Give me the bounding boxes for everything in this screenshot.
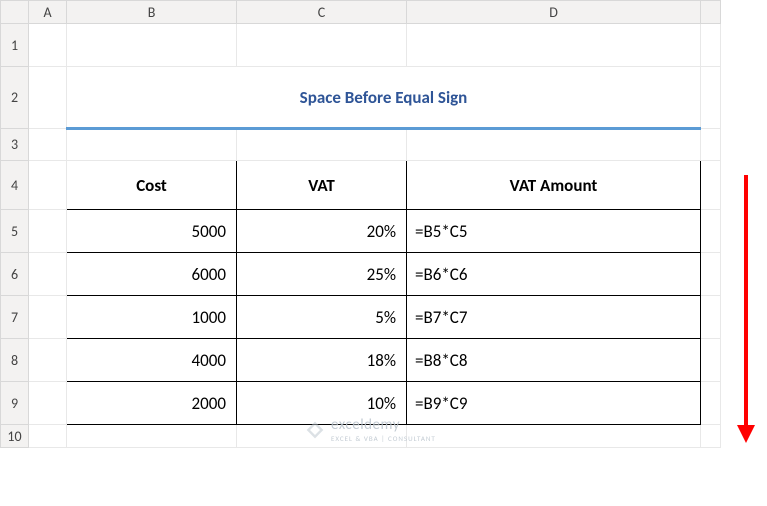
cell-A6[interactable] [29, 253, 67, 296]
cell-A10[interactable] [29, 425, 67, 448]
column-header-D[interactable]: D [407, 1, 701, 24]
table-row: 8 4000 18% =B8*C8 [1, 339, 721, 382]
column-header-A[interactable]: A [29, 1, 67, 24]
cell-A4[interactable] [29, 161, 67, 210]
cell-A7[interactable] [29, 296, 67, 339]
row-header-10[interactable]: 10 [1, 425, 29, 448]
cell-vat-amount-9[interactable]: =B9*C9 [407, 382, 701, 425]
watermark-brand: exceldemy [331, 416, 436, 434]
table-row: 7 1000 5% =B7*C7 [1, 296, 721, 339]
cell-vat-amount-5[interactable]: =B5*C5 [407, 210, 701, 253]
cell-E8[interactable] [701, 339, 721, 382]
row-header-3[interactable]: 3 [1, 129, 29, 161]
cell-E1[interactable] [701, 24, 721, 67]
cell-D3[interactable] [407, 129, 701, 161]
cell-vat-amount-7[interactable]: =B7*C7 [407, 296, 701, 339]
cell-C1[interactable] [237, 24, 407, 67]
cell-vat-5[interactable]: 20% [237, 210, 407, 253]
cell-A8[interactable] [29, 339, 67, 382]
header-vat[interactable]: VAT [237, 161, 407, 210]
cell-cost-6[interactable]: 6000 [67, 253, 237, 296]
cell-vat-6[interactable]: 25% [237, 253, 407, 296]
cell-E7[interactable] [701, 296, 721, 339]
watermark: exceldemy EXCEL & VBA | CONSULTANT [305, 416, 436, 443]
cell-A9[interactable] [29, 382, 67, 425]
row-header-4[interactable]: 4 [1, 161, 29, 210]
cell-A2[interactable] [29, 67, 67, 129]
arrow-down-icon [737, 425, 755, 443]
cell-E4[interactable] [701, 161, 721, 210]
cell-B10[interactable] [67, 425, 237, 448]
cell-A5[interactable] [29, 210, 67, 253]
table-row: 5 5000 20% =B5*C5 [1, 210, 721, 253]
row-header-1[interactable]: 1 [1, 24, 29, 67]
row-header-2[interactable]: 2 [1, 67, 29, 129]
header-cost[interactable]: Cost [67, 161, 237, 210]
cell-E6[interactable] [701, 253, 721, 296]
cell-A3[interactable] [29, 129, 67, 161]
cell-vat-amount-6[interactable]: =B6*C6 [407, 253, 701, 296]
arrow-down-annotation [739, 175, 753, 445]
watermark-tagline: EXCEL & VBA | CONSULTANT [331, 434, 436, 443]
cell-cost-8[interactable]: 4000 [67, 339, 237, 382]
cell-cost-7[interactable]: 1000 [67, 296, 237, 339]
column-header-blank [701, 1, 721, 24]
cell-D10[interactable] [407, 425, 701, 448]
logo-icon [305, 420, 325, 440]
select-all-corner[interactable] [1, 1, 29, 24]
spreadsheet-grid: A B C D 1 2 Space Before Equal Sign 3 4 … [0, 0, 721, 448]
cell-B1[interactable] [67, 24, 237, 67]
cell-vat-amount-8[interactable]: =B8*C8 [407, 339, 701, 382]
cell-cost-9[interactable]: 2000 [67, 382, 237, 425]
cell-D1[interactable] [407, 24, 701, 67]
cell-vat-7[interactable]: 5% [237, 296, 407, 339]
cell-B3[interactable] [67, 129, 237, 161]
row-header-7[interactable]: 7 [1, 296, 29, 339]
row-header-8[interactable]: 8 [1, 339, 29, 382]
cell-E3[interactable] [701, 129, 721, 161]
header-vat-amount[interactable]: VAT Amount [407, 161, 701, 210]
row-header-9[interactable]: 9 [1, 382, 29, 425]
cell-vat-8[interactable]: 18% [237, 339, 407, 382]
cell-E10[interactable] [701, 425, 721, 448]
title-cell[interactable]: Space Before Equal Sign [67, 67, 701, 129]
cell-E5[interactable] [701, 210, 721, 253]
cell-A1[interactable] [29, 24, 67, 67]
cell-E9[interactable] [701, 382, 721, 425]
cell-C3[interactable] [237, 129, 407, 161]
column-header-B[interactable]: B [67, 1, 237, 24]
row-header-5[interactable]: 5 [1, 210, 29, 253]
row-header-6[interactable]: 6 [1, 253, 29, 296]
column-header-row: A B C D [1, 1, 721, 24]
table-row: 6 6000 25% =B6*C6 [1, 253, 721, 296]
cell-E2[interactable] [701, 67, 721, 129]
cell-cost-5[interactable]: 5000 [67, 210, 237, 253]
column-header-C[interactable]: C [237, 1, 407, 24]
